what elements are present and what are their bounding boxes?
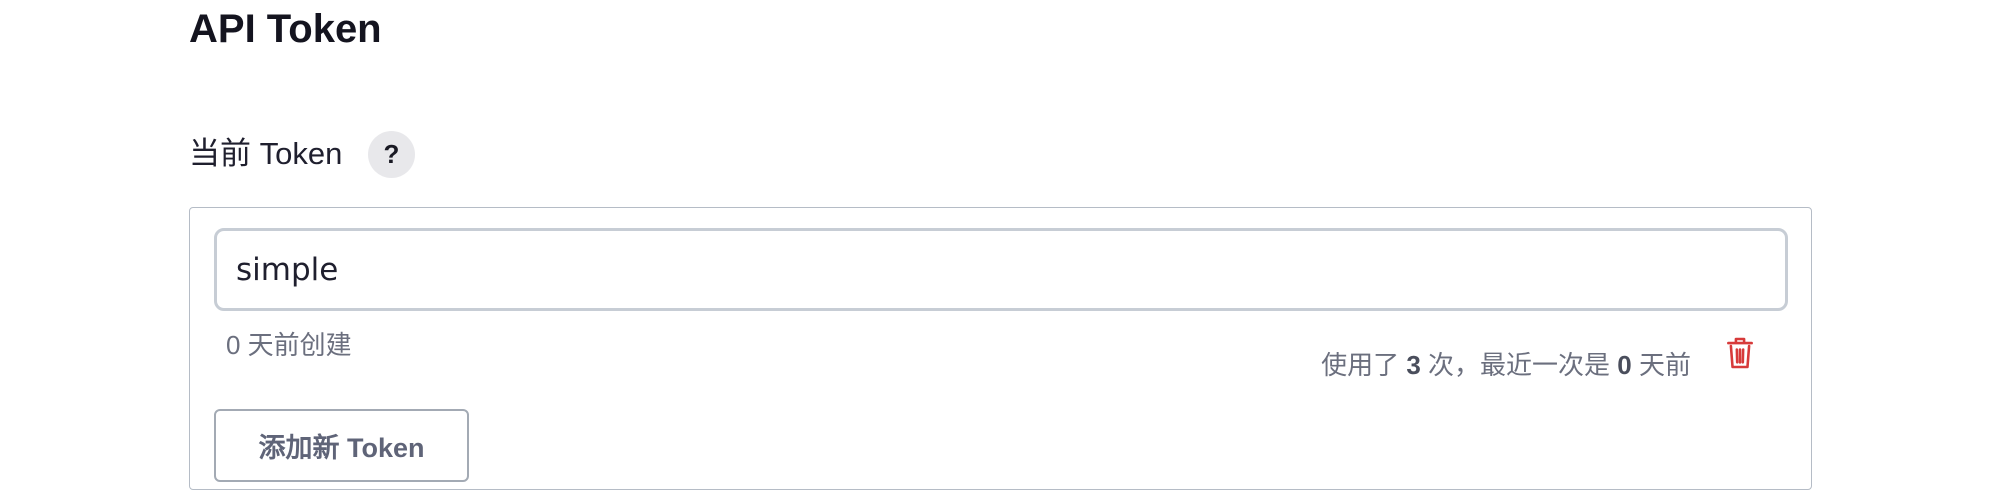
delete-token-button[interactable] xyxy=(1722,333,1758,373)
token-usage-text: 使用了 3 次，最近一次是 0 天前 xyxy=(1321,350,1691,380)
usage-mid: 次，最近一次是 xyxy=(1428,350,1611,380)
page-title: API Token xyxy=(189,7,382,51)
token-created-text: 0 天前创建 xyxy=(226,330,352,360)
usage-prefix: 使用了 xyxy=(1321,350,1400,380)
trash-icon xyxy=(1727,337,1753,369)
usage-count: 3 xyxy=(1406,350,1421,380)
token-name-input[interactable] xyxy=(214,228,1788,311)
current-tokens-label: 当前 Token xyxy=(189,136,343,171)
last-used-days: 0 xyxy=(1617,350,1632,380)
help-icon[interactable]: ? xyxy=(368,131,415,178)
usage-suffix: 天前 xyxy=(1638,350,1691,380)
add-token-button[interactable]: 添加新 Token xyxy=(214,409,469,482)
